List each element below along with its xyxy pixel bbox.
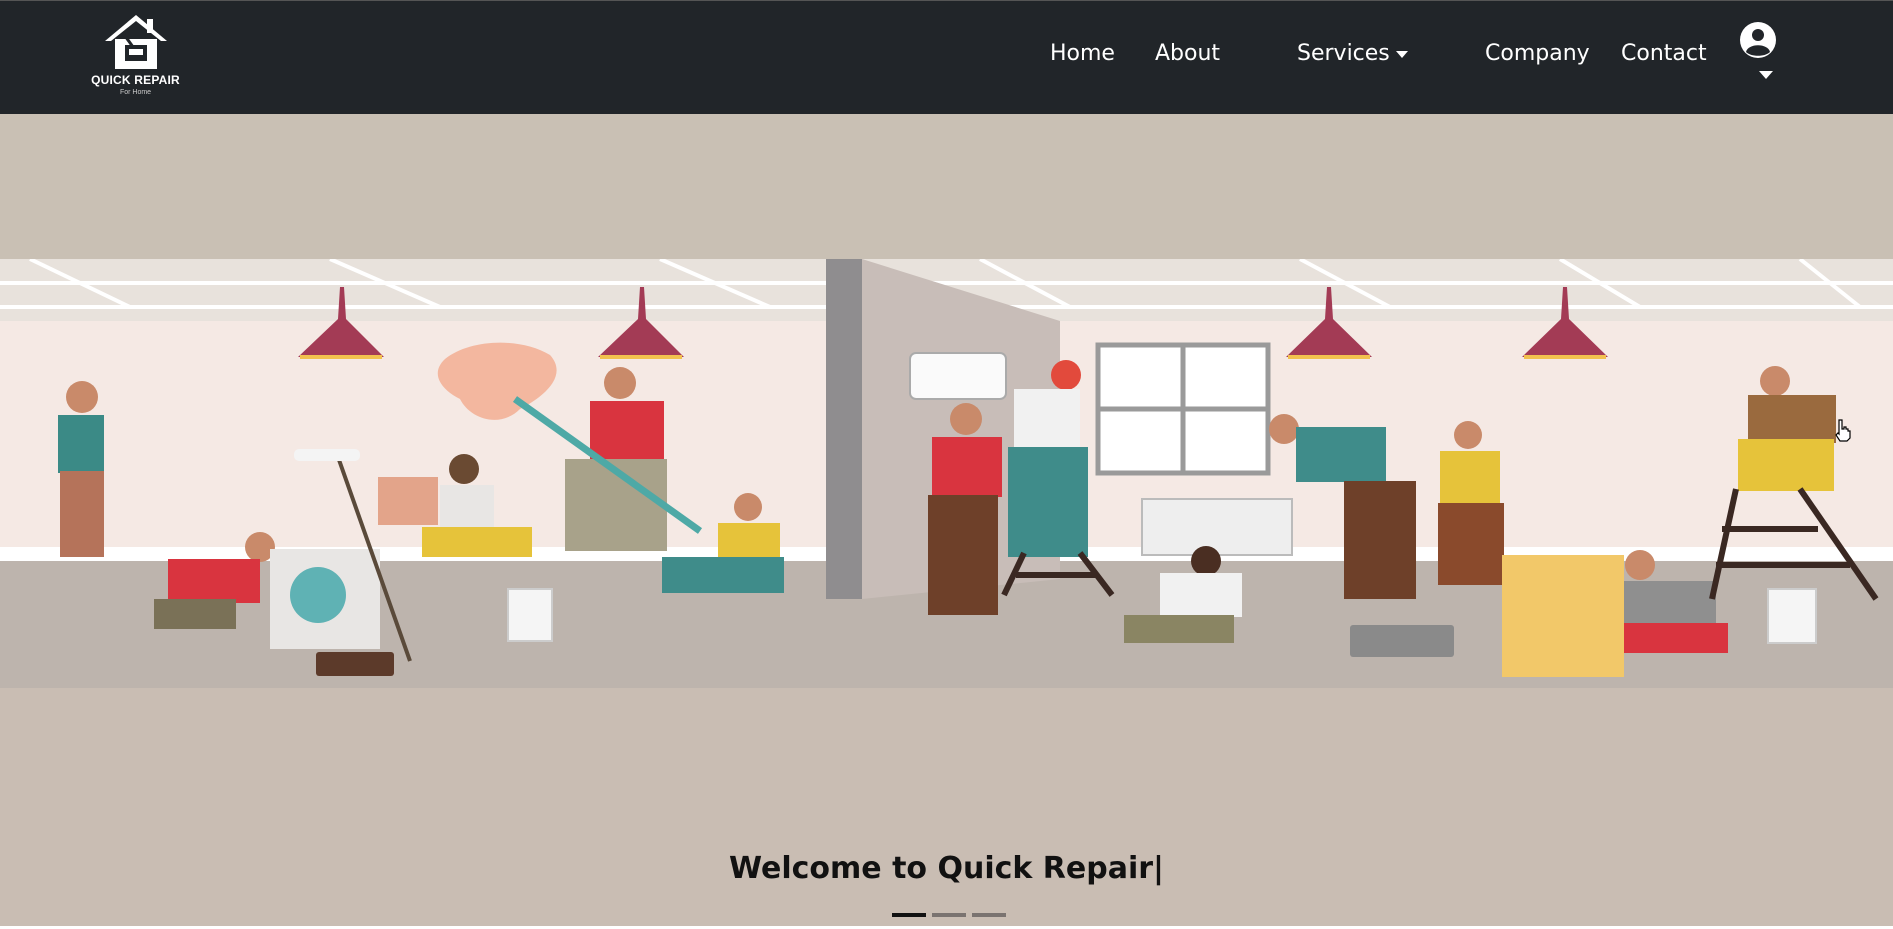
hero-illustration (0, 259, 1893, 688)
nav-about[interactable]: About (1155, 41, 1220, 66)
caret-down-icon (1395, 50, 1408, 58)
nav-services-label: Services (1297, 41, 1390, 66)
nav-home[interactable]: Home (1050, 41, 1115, 66)
hand-pointer-icon (1835, 419, 1851, 442)
carousel-indicator-2[interactable] (932, 913, 966, 917)
nav-company[interactable]: Company (1485, 41, 1590, 66)
carousel-indicator-3[interactable] (972, 913, 1006, 917)
navbar: QUICK REPAIR For Home Home About Service… (0, 0, 1893, 114)
user-menu[interactable] (1739, 21, 1779, 87)
nav-services[interactable]: Services (1297, 41, 1408, 66)
carousel-indicator-1[interactable] (892, 913, 926, 917)
house-tools-icon (105, 15, 167, 69)
user-circle-icon (1740, 22, 1776, 58)
caret-down-icon (1759, 71, 1773, 79)
brand-subtitle: For Home (119, 89, 152, 96)
hero-bottom-band (0, 688, 1893, 929)
brand-logo[interactable]: QUICK REPAIR For Home (88, 13, 183, 103)
hero-top-band (0, 114, 1893, 259)
nav-contact[interactable]: Contact (1621, 41, 1707, 66)
brand-title: QUICK REPAIR (91, 73, 180, 87)
welcome-heading: Welcome to Quick Repair| (728, 851, 1164, 886)
